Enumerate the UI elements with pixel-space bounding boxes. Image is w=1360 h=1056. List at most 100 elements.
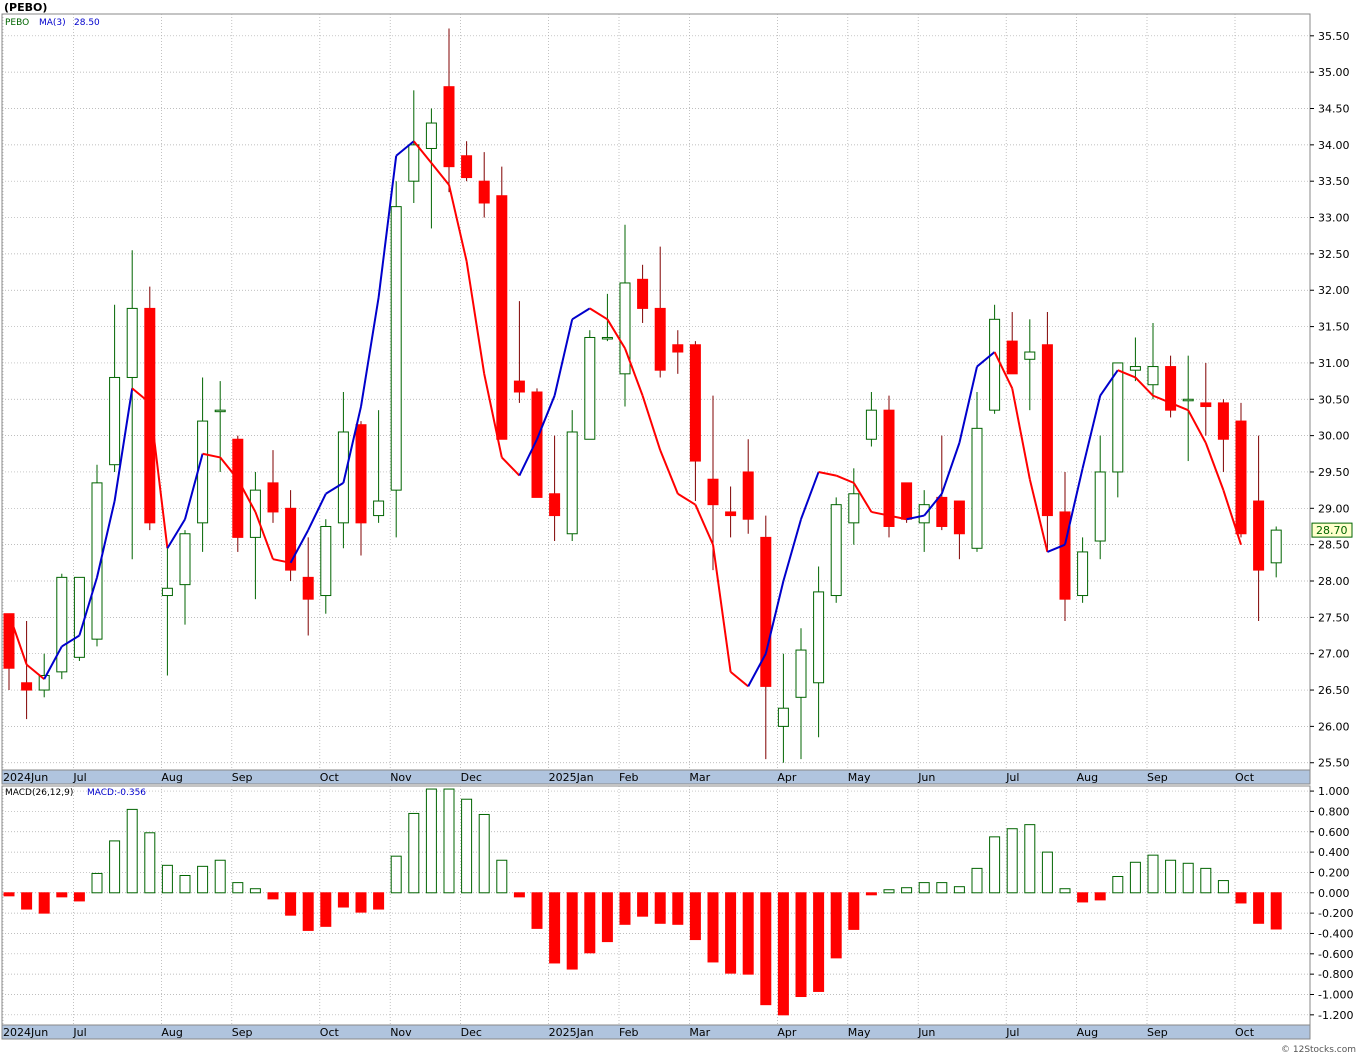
price-y-tick-label: 34.00 xyxy=(1318,139,1350,152)
macd-bar xyxy=(1094,892,1106,901)
candle-body xyxy=(654,307,666,371)
macd-bar xyxy=(1041,851,1053,894)
macd-bar xyxy=(760,892,772,1006)
chart-canvas: 25.50 26.00 26.50 27.00 27.50 28.00 28.50 29.00… xyxy=(0,0,1360,1056)
price-x-tick-label: Dec xyxy=(461,771,482,784)
macd-bar xyxy=(461,798,473,894)
macd-bar xyxy=(1024,824,1036,894)
macd-y-tick-label: 0.400 xyxy=(1318,846,1350,859)
macd-bar xyxy=(513,892,525,898)
price-x-tick-label: May xyxy=(848,771,871,784)
macd-y-tick-label: 0.600 xyxy=(1318,826,1350,839)
macd-bar xyxy=(73,892,85,902)
price-x-tick-label: Oct xyxy=(320,771,340,784)
candle-body xyxy=(1270,529,1282,564)
macd-bar xyxy=(953,886,965,894)
price-x-tick-label: Nov xyxy=(390,771,412,784)
candle-body xyxy=(144,307,156,524)
candle-body xyxy=(707,478,719,506)
candle-body xyxy=(848,493,860,524)
price-y-tick-label: 31.50 xyxy=(1318,321,1350,334)
macd-bar xyxy=(1006,828,1018,894)
price-x-tick-label: Jul xyxy=(1005,771,1019,784)
macd-y-tick-label: 1.000 xyxy=(1318,785,1350,798)
candle-body xyxy=(584,336,596,440)
macd-y-tick-label: -0.800 xyxy=(1318,968,1353,981)
macd-bar xyxy=(285,892,297,916)
candle-body xyxy=(1077,551,1089,597)
macd-bar xyxy=(654,892,666,924)
macd-bar xyxy=(302,892,314,931)
price-x-tick-label: Apr xyxy=(777,771,797,784)
macd-bar xyxy=(777,892,789,1016)
price-x-tick-label: Mar xyxy=(689,771,710,784)
macd-bar xyxy=(496,859,508,894)
candle-body xyxy=(320,525,332,597)
price-y-tick-label: 33.50 xyxy=(1318,175,1350,188)
candle-body xyxy=(355,424,367,524)
candle-body xyxy=(373,500,385,517)
macd-bar xyxy=(373,892,385,910)
macd-bar xyxy=(390,855,402,894)
macd-x-tick-label: Dec xyxy=(461,1026,482,1039)
candle-body xyxy=(267,482,279,513)
macd-panel: -1.200 -1.000 -0.800 -0.600 -0.400 -0.200 0.00… xyxy=(1,785,1353,1040)
macd-x-tick-label: Nov xyxy=(390,1026,412,1039)
macd-bar xyxy=(672,892,684,925)
candle-body xyxy=(56,576,68,673)
price-x-tick-label: Aug xyxy=(161,771,182,784)
price-x-tick-label: Sep xyxy=(232,771,253,784)
candle-body xyxy=(725,511,737,517)
candle-body xyxy=(232,438,244,538)
macd-bar xyxy=(1182,862,1194,894)
macd-x-tick-label: Feb xyxy=(619,1026,638,1039)
price-y-tick-label: 28.50 xyxy=(1318,539,1350,552)
macd-y-tick-label: -0.400 xyxy=(1318,927,1353,940)
candle-body xyxy=(883,409,895,527)
price-legend-ma-value: 28.50 xyxy=(74,18,100,28)
macd-bar xyxy=(214,859,226,894)
chart-title: (PEBO) xyxy=(4,1,47,14)
candle-body xyxy=(337,431,349,524)
macd-bar xyxy=(918,882,930,894)
macd-bar xyxy=(179,874,191,894)
macd-bar xyxy=(355,892,367,913)
macd-y-tick-label: 0.200 xyxy=(1318,866,1350,879)
macd-bar xyxy=(1112,876,1124,894)
price-x-tick-label: Jul xyxy=(72,771,86,784)
candle-body xyxy=(1006,340,1018,375)
price-x-tick-label: Oct xyxy=(1235,771,1255,784)
candle-body xyxy=(1147,366,1159,386)
macd-bar xyxy=(267,892,279,900)
macd-bar xyxy=(126,808,138,894)
macd-bar xyxy=(971,867,983,894)
candle-body xyxy=(197,420,209,524)
macd-bar xyxy=(566,892,578,970)
macd-bar xyxy=(3,892,15,897)
macd-bar xyxy=(56,892,68,898)
candle-body xyxy=(989,318,1001,411)
candle-body xyxy=(214,409,226,413)
candle-body xyxy=(109,376,121,466)
price-y-tick-label: 31.00 xyxy=(1318,357,1350,370)
price-x-tick-label: Sep xyxy=(1147,771,1168,784)
candle-body xyxy=(408,144,420,182)
price-x-tick-label: Jun xyxy=(917,771,935,784)
price-y-tick-label: 30.50 xyxy=(1318,393,1350,406)
price-y-tick-label: 33.00 xyxy=(1318,212,1350,225)
macd-bar xyxy=(1059,888,1071,894)
candle-body xyxy=(1024,351,1036,360)
macd-x-tick-label: 2025Jan xyxy=(549,1026,594,1039)
candle-body xyxy=(865,409,877,440)
macd-bar xyxy=(337,892,349,908)
macd-bar xyxy=(637,892,649,917)
candle-body xyxy=(1200,402,1212,408)
candle-body xyxy=(971,427,983,549)
macd-bar xyxy=(443,788,455,894)
candle-body xyxy=(1112,362,1124,473)
price-y-tick-label: 35.00 xyxy=(1318,66,1350,79)
macd-bar xyxy=(1235,892,1247,904)
price-y-tick-label: 26.00 xyxy=(1318,720,1350,733)
price-y-tick-label: 32.00 xyxy=(1318,284,1350,297)
macd-bar xyxy=(109,840,121,894)
